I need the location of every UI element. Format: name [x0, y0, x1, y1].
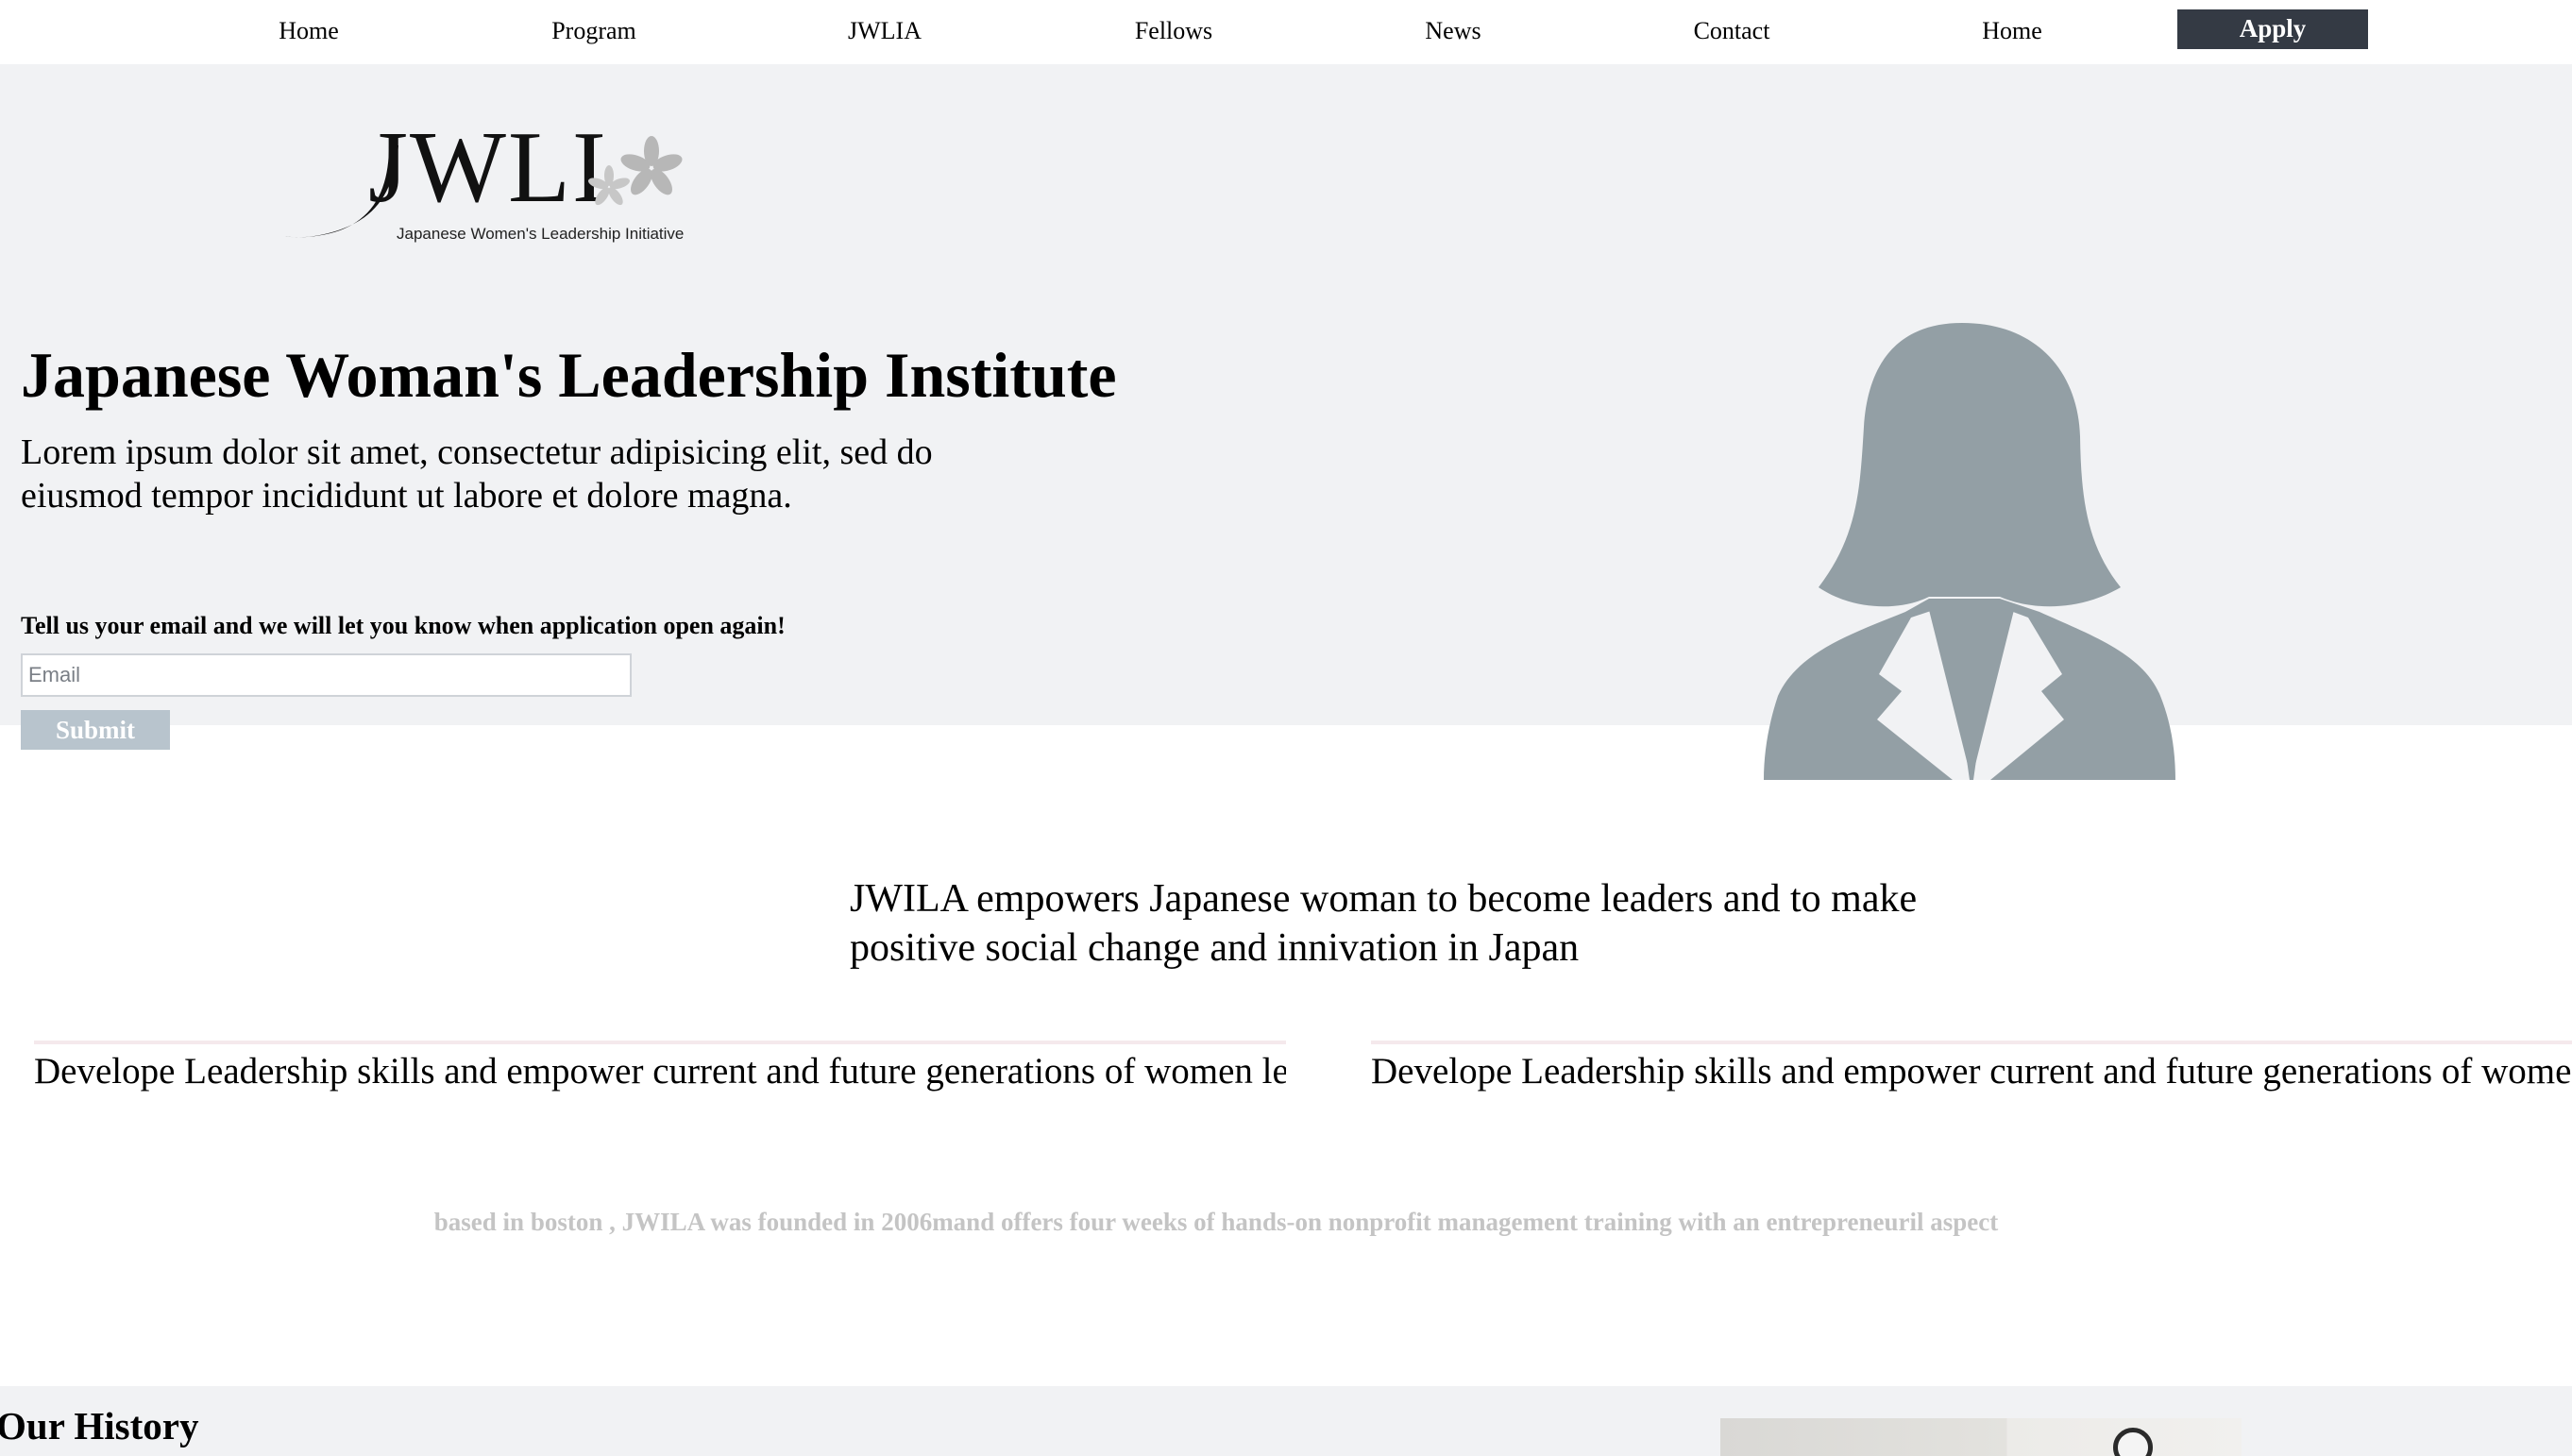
nav-program[interactable]: Program — [551, 17, 636, 45]
history-photo — [1720, 1418, 2242, 1456]
email-prompt: Tell us your email and we will let you k… — [21, 612, 786, 639]
clock-icon — [2113, 1428, 2153, 1456]
nav-jwlia[interactable]: JWLIA — [848, 17, 922, 45]
nav-home[interactable]: Home — [279, 17, 339, 45]
email-input[interactable] — [21, 653, 632, 697]
apply-button[interactable]: Apply — [2177, 9, 2368, 49]
top-nav: Home Program JWLIA Fellows News Contact … — [0, 0, 2572, 64]
feature-column-1: Develope Leadership skills and empower c… — [34, 1041, 1286, 1093]
nav-fellows[interactable]: Fellows — [1135, 17, 1212, 45]
history-title: Our History — [0, 1404, 199, 1448]
page-title: Japanese Woman's Leadership Institute — [21, 339, 1117, 411]
hero-lead-text: Lorem ipsum dolor sit amet, consectetur … — [21, 432, 933, 516]
founded-text: based in boston , JWILA was founded in 2… — [433, 1208, 1999, 1236]
submit-button[interactable]: Submit — [21, 710, 170, 750]
nav-contact[interactable]: Contact — [1694, 17, 1770, 45]
mission-statement: JWILA empowers Japanese woman to become … — [850, 877, 1918, 970]
woman-silhouette-icon — [1764, 323, 2175, 780]
nav-news[interactable]: News — [1425, 17, 1481, 45]
history-section: Our History — [0, 1386, 2572, 1456]
feature-column-2: Develope Leadership skills and empower c… — [1371, 1041, 2572, 1093]
jwli-logo[interactable]: JWLI Japanese Women's Leadership Initiat… — [283, 98, 689, 249]
hero-section: JWLI Japanese Women's Leadership Initiat… — [0, 64, 2572, 780]
nav-home-2[interactable]: Home — [1982, 17, 2042, 45]
logo-tagline: Japanese Women's Leadership Initiative — [397, 225, 685, 243]
